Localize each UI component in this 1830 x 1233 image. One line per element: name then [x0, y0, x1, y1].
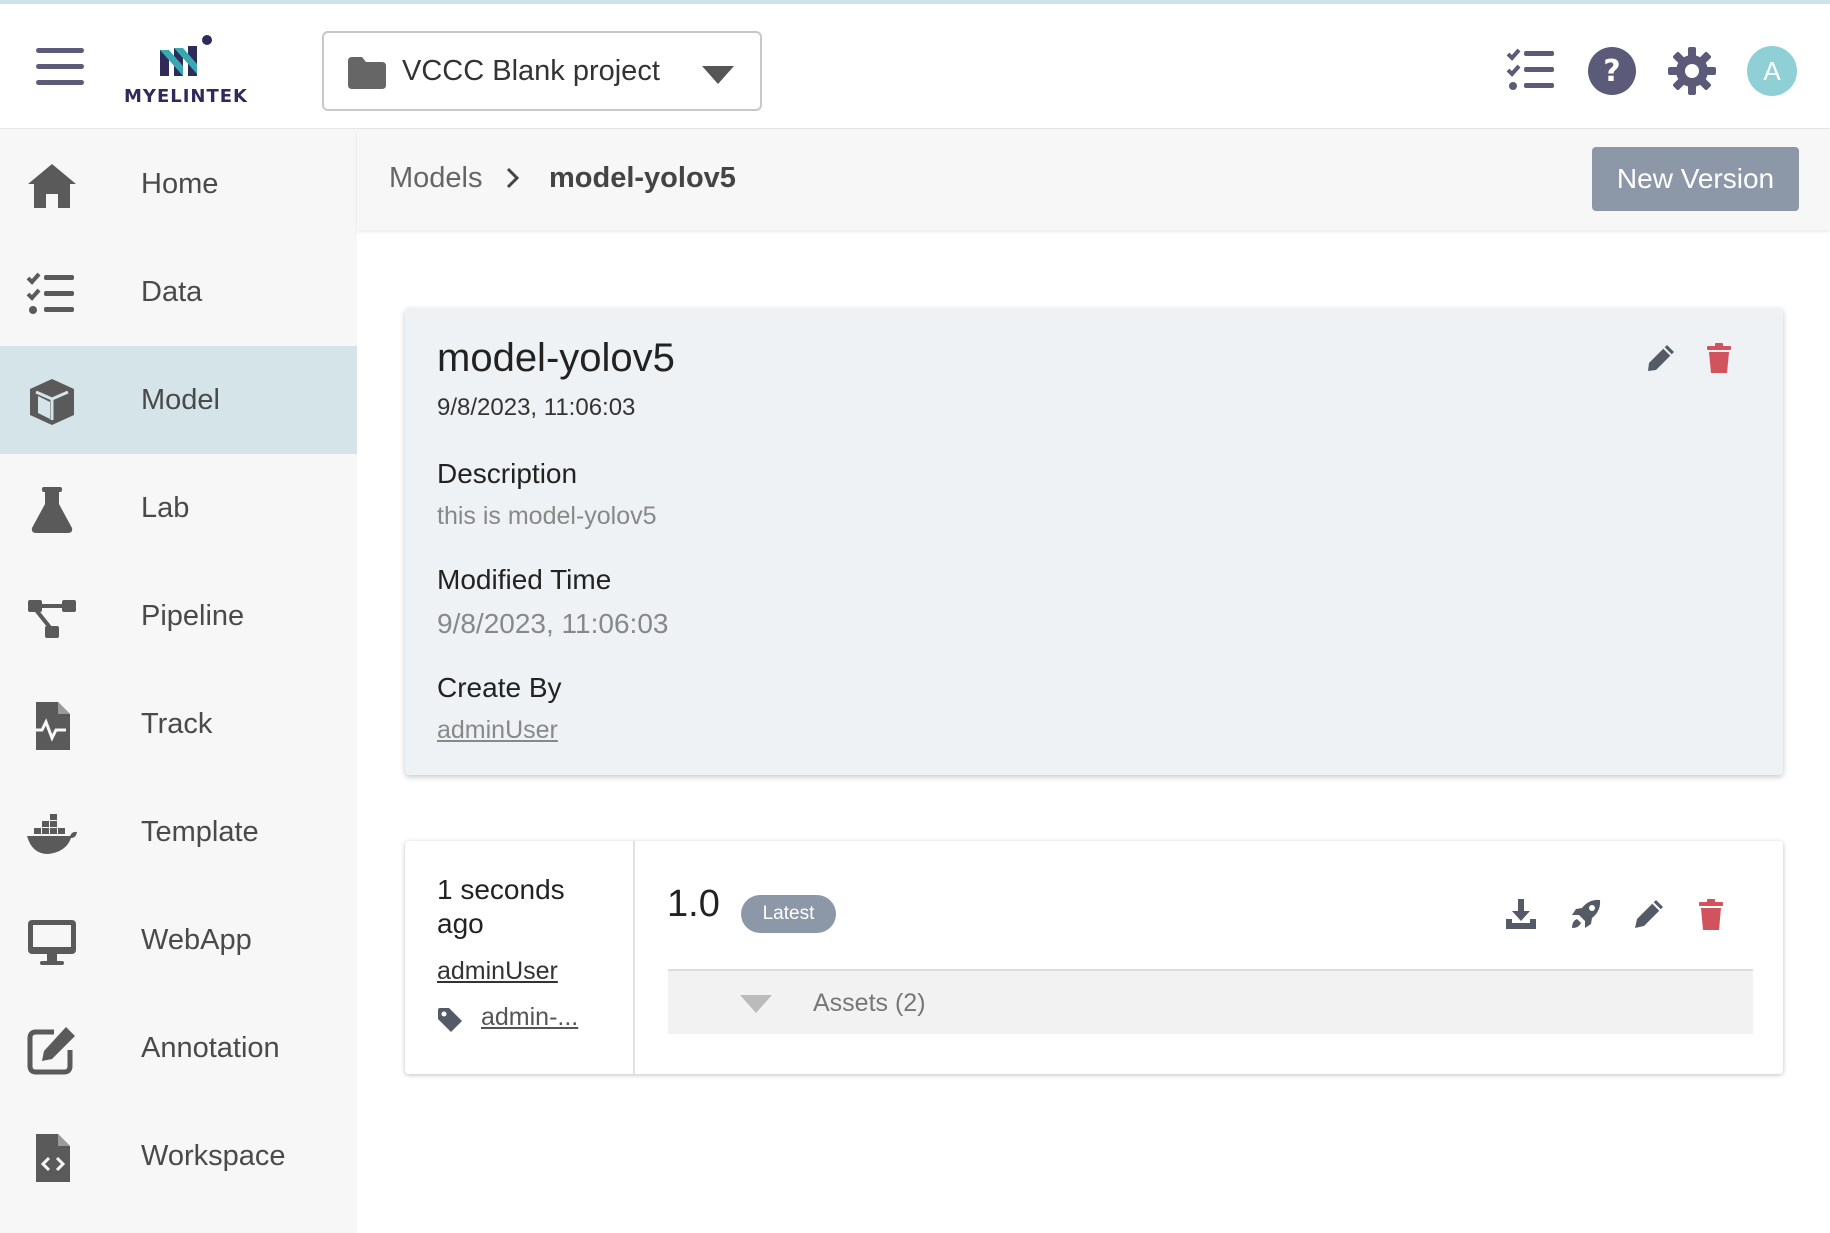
file-pulse-icon [30, 702, 70, 750]
sidebar-item-lab[interactable]: Lab [0, 454, 357, 562]
edit-model-pencil-icon[interactable] [1645, 342, 1677, 374]
create-by-label: Create By [437, 672, 562, 703]
chevron-right-icon [506, 167, 520, 189]
sidebar-item-label: Data [141, 276, 203, 308]
sidebar-item-label: Pipeline [141, 600, 245, 632]
sidebar-item-track[interactable]: Track [0, 670, 357, 778]
latest-badge: Latest [741, 895, 836, 933]
sidebar-item-label: Model [141, 384, 220, 416]
breadcrumb: Models model-yolov5 New Version [357, 130, 1830, 230]
help-icon[interactable]: ? [1587, 46, 1637, 96]
gear-icon[interactable] [1667, 46, 1717, 96]
sidebar-item-data[interactable]: Data [0, 238, 357, 346]
list-check-icon [26, 272, 74, 314]
description-value: this is model-yolov5 [437, 502, 657, 530]
modified-time-value: 9/8/2023, 11:06:03 [437, 608, 669, 639]
task-list-icon[interactable] [1506, 46, 1556, 96]
version-tag-link[interactable]: admin-... [481, 1003, 578, 1032]
delete-model-trash-icon[interactable] [1705, 342, 1733, 374]
project-selector[interactable]: VCCC Blank project [322, 31, 762, 111]
model-title: model-yolov5 [437, 336, 675, 380]
version-meta: 1 seconds ago adminUser admin-... [405, 841, 635, 1074]
tag-icon [438, 1008, 462, 1032]
desktop-icon [28, 920, 76, 965]
description-label: Description [437, 458, 578, 489]
sidebar-item-label: Track [141, 708, 213, 740]
top-bar: MyelinTek VCCC Blank project ? [0, 4, 1830, 129]
file-code-icon [36, 1134, 70, 1182]
flask-icon [31, 487, 73, 533]
assets-label: Assets (2) [813, 989, 926, 1017]
model-detail-card: model-yolov5 9/8/2023, 11:06:03 Descript… [405, 308, 1783, 775]
chevron-down-icon [740, 995, 772, 1013]
docker-icon [27, 814, 77, 854]
sidebar-item-pipeline[interactable]: Pipeline [0, 562, 357, 670]
version-card: 1 seconds ago adminUser admin-... 1.0 La… [405, 841, 1783, 1074]
svg-text:?: ? [1603, 54, 1620, 89]
pipeline-icon [28, 600, 76, 638]
project-name: VCCC Blank project [402, 55, 660, 87]
sidebar-item-home[interactable]: Home [0, 130, 357, 238]
create-by-user-link[interactable]: adminUser [437, 716, 558, 745]
modified-time-label: Modified Time [437, 564, 612, 595]
sidebar-item-template[interactable]: Template [0, 778, 357, 886]
assets-expander[interactable]: Assets (2) [668, 969, 1753, 1034]
logo-text: MyelinTek [124, 86, 248, 107]
sidebar: Home Data Model Lab Pipeline Track Templ… [0, 130, 357, 1233]
sidebar-item-label: Annotation [141, 1032, 280, 1064]
sidebar-item-label: Workspace [141, 1140, 286, 1172]
sidebar-item-workspace[interactable]: Workspace [0, 1102, 357, 1210]
folder-icon [348, 57, 386, 89]
home-icon [28, 164, 76, 208]
sidebar-item-label: WebApp [141, 924, 252, 956]
breadcrumb-current: model-yolov5 [549, 162, 736, 194]
logo-mark-icon [160, 35, 212, 76]
edit-version-pencil-icon[interactable] [1632, 897, 1666, 931]
sidebar-item-model[interactable]: Model [0, 346, 357, 454]
version-age: 1 seconds ago [437, 874, 565, 939]
download-icon[interactable] [1504, 897, 1538, 931]
user-avatar[interactable]: A [1747, 46, 1797, 96]
breadcrumb-models-link[interactable]: Models [389, 162, 483, 195]
model-created-date: 9/8/2023, 11:06:03 [437, 394, 636, 421]
delete-version-trash-icon[interactable] [1696, 897, 1726, 931]
version-user-link[interactable]: adminUser [437, 957, 558, 986]
deploy-rocket-icon[interactable] [1569, 897, 1603, 931]
chevron-down-icon [702, 66, 734, 84]
cube-icon [30, 379, 74, 425]
version-number: 1.0 [667, 883, 720, 925]
sidebar-item-label: Lab [141, 492, 190, 524]
sidebar-item-label: Home [141, 168, 219, 200]
sidebar-item-annotation[interactable]: Annotation [0, 994, 357, 1102]
sidebar-item-webapp[interactable]: WebApp [0, 886, 357, 994]
sidebar-item-label: Template [141, 816, 259, 848]
menu-icon[interactable] [36, 48, 84, 88]
edit-square-icon [27, 1027, 75, 1075]
logo: MyelinTek [124, 30, 264, 110]
new-version-button[interactable]: New Version [1592, 147, 1799, 211]
